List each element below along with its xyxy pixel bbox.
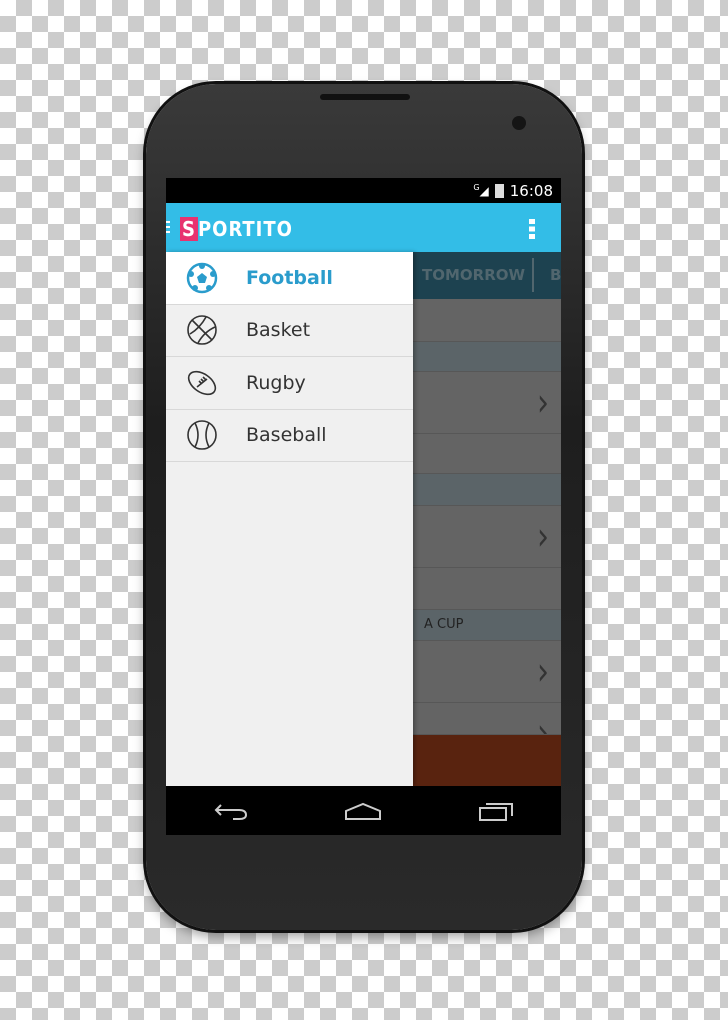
screen: G◢ 16:08 S PORTITO TOMORROW B › › A CUP ›… xyxy=(166,178,561,835)
overflow-menu-icon[interactable] xyxy=(529,219,535,239)
clock: 16:08 xyxy=(509,181,553,200)
status-bar: G◢ 16:08 xyxy=(166,178,561,203)
speaker-grille xyxy=(320,94,410,100)
chevron-right-icon: › xyxy=(537,710,549,735)
tab-tomorrow[interactable]: TOMORROW xyxy=(422,266,525,284)
league-name: A CUP xyxy=(424,617,464,632)
chevron-right-icon: › xyxy=(537,379,549,426)
app-logo[interactable]: S PORTITO xyxy=(180,217,293,241)
drawer-item-basket[interactable]: Basket xyxy=(166,305,413,357)
navigation-drawer: Football Basket Rugby Baseball xyxy=(166,252,413,786)
drawer-item-rugby[interactable]: Rugby xyxy=(166,357,413,410)
basketball-icon xyxy=(187,315,217,346)
chevron-right-icon: › xyxy=(537,648,549,695)
drawer-item-label: Rugby xyxy=(246,371,306,394)
system-nav-bar xyxy=(166,786,561,835)
battery-charging-icon xyxy=(494,183,504,198)
front-camera xyxy=(512,116,526,130)
drawer-item-label: Football xyxy=(246,266,333,289)
recent-apps-icon[interactable] xyxy=(478,800,514,822)
signal-icon: G◢ xyxy=(473,183,489,198)
drawer-item-baseball[interactable]: Baseball xyxy=(166,410,413,462)
football-icon xyxy=(186,262,218,293)
home-icon[interactable] xyxy=(343,801,383,821)
drawer-item-football[interactable]: Football xyxy=(166,252,413,305)
drawer-item-label: Baseball xyxy=(246,424,327,447)
back-icon[interactable] xyxy=(213,801,249,821)
drawer-item-label: Basket xyxy=(246,319,311,342)
drawer-indicator-icon[interactable] xyxy=(166,221,170,235)
chevron-right-icon: › xyxy=(537,513,549,560)
action-bar: S PORTITO xyxy=(166,203,561,252)
rugby-ball-icon xyxy=(187,370,217,395)
baseball-icon xyxy=(187,420,217,451)
tab-next[interactable]: B xyxy=(550,266,561,284)
tab-divider xyxy=(532,258,534,292)
